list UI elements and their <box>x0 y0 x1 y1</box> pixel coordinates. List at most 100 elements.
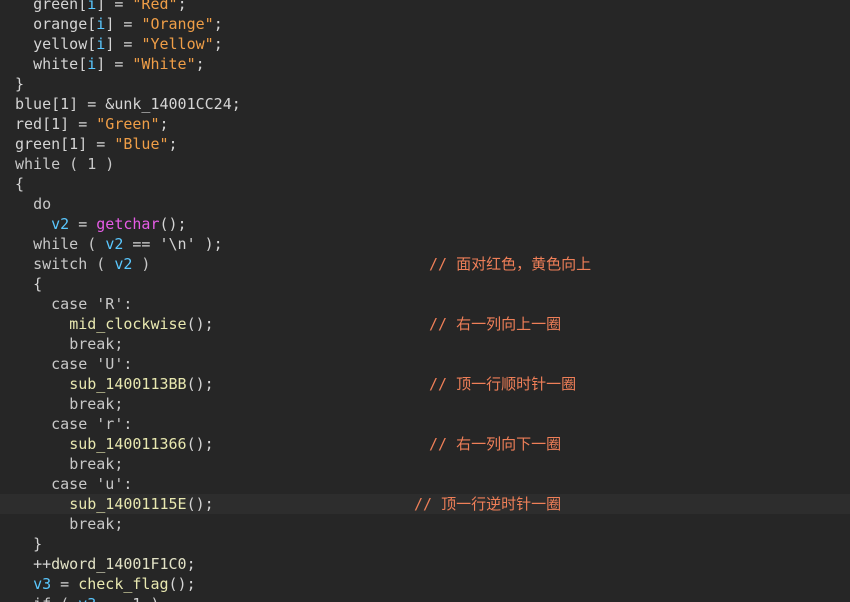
code-line[interactable]: case 'R': <box>15 294 850 314</box>
code-token[interactable]: case 'r': <box>51 415 132 433</box>
code-token[interactable]: (); <box>187 435 214 453</box>
code-token[interactable]: green[ <box>33 0 87 13</box>
code-token[interactable]: ; <box>160 115 169 133</box>
code-token[interactable]: sub_14001115E <box>69 495 186 513</box>
code-comment[interactable]: // 顶一行顺时针一圈 <box>429 374 576 394</box>
code-line[interactable]: sub_14001115E(); // 顶一行逆时针一圈 <box>0 494 850 514</box>
code-token[interactable]: ; <box>169 135 178 153</box>
code-token[interactable]: } <box>33 535 42 553</box>
code-token[interactable]: ] = <box>96 55 132 73</box>
code-line[interactable]: ++dword_14001F1C0; <box>15 554 850 574</box>
code-token[interactable]: yellow[ <box>33 35 96 53</box>
code-token[interactable]: break; <box>69 455 123 473</box>
code-line[interactable]: green[1] = "Blue"; <box>15 134 850 154</box>
code-line[interactable]: sub_140011366(); // 右一列向下一圈 <box>15 434 850 454</box>
code-token[interactable]: "Blue" <box>114 135 168 153</box>
code-token[interactable]: v3 <box>33 575 51 593</box>
code-line[interactable]: { <box>15 274 850 294</box>
code-line[interactable]: mid_clockwise(); // 右一列向上一圈 <box>15 314 850 334</box>
code-token[interactable]: v3 <box>78 595 96 602</box>
code-line[interactable]: case 'u': <box>15 474 850 494</box>
code-token[interactable]: i <box>96 35 105 53</box>
code-line[interactable]: break; <box>15 454 850 474</box>
code-line[interactable]: white[i] = "White"; <box>15 54 850 74</box>
code-view[interactable]: green[i] = "Red"; orange[i] = "Orange"; … <box>0 0 850 602</box>
code-token[interactable]: (); <box>169 575 196 593</box>
code-line[interactable]: case 'r': <box>15 414 850 434</box>
code-token[interactable]: ] = <box>105 15 141 33</box>
code-token[interactable]: switch ( <box>33 255 114 273</box>
code-line[interactable]: v3 = check_flag(); <box>15 574 850 594</box>
code-token[interactable]: break; <box>69 515 123 533</box>
code-token[interactable]: dword_14001F1C0 <box>51 555 186 573</box>
code-line[interactable]: switch ( v2 ) // 面对红色，黄色向上 <box>15 254 850 274</box>
code-token[interactable]: "White" <box>132 55 195 73</box>
code-token[interactable]: (); <box>160 215 187 233</box>
code-token[interactable]: blue[1] = &unk_14001CC24; <box>15 95 241 113</box>
code-line[interactable]: case 'U': <box>15 354 850 374</box>
code-line[interactable]: orange[i] = "Orange"; <box>15 14 850 34</box>
code-token[interactable]: break; <box>69 335 123 353</box>
code-token[interactable]: v2 <box>114 255 132 273</box>
code-line[interactable]: break; <box>15 334 850 354</box>
pseudocode-editor[interactable]: green[i] = "Red"; orange[i] = "Orange"; … <box>0 0 850 602</box>
code-token[interactable]: getchar <box>96 215 159 233</box>
code-token[interactable]: i <box>87 0 96 13</box>
code-token[interactable]: ++ <box>33 555 51 573</box>
code-token[interactable]: "Green" <box>96 115 159 133</box>
code-line[interactable]: green[i] = "Red"; <box>15 0 850 14</box>
code-comment[interactable]: // 面对红色，黄色向上 <box>429 254 591 274</box>
code-line[interactable]: { <box>15 174 850 194</box>
code-comment[interactable]: // 右一列向下一圈 <box>429 434 561 454</box>
code-token[interactable]: break; <box>69 395 123 413</box>
code-token[interactable]: ] = <box>96 0 132 13</box>
code-token[interactable]: == '\n' ); <box>123 235 222 253</box>
code-token[interactable]: case 'u': <box>51 475 132 493</box>
code-token[interactable]: if ( <box>33 595 78 602</box>
code-token[interactable]: == 1 ) <box>96 595 159 602</box>
code-token[interactable]: ; <box>187 555 196 573</box>
code-line[interactable]: } <box>15 534 850 554</box>
code-token[interactable]: v2 <box>51 215 69 233</box>
code-line[interactable]: red[1] = "Green"; <box>15 114 850 134</box>
code-token[interactable]: (); <box>187 315 214 333</box>
code-line[interactable]: } <box>15 74 850 94</box>
code-token[interactable]: "Orange" <box>141 15 213 33</box>
code-token[interactable]: sub_1400113BB <box>69 375 186 393</box>
code-token[interactable]: ; <box>178 0 187 13</box>
code-token[interactable]: ) <box>132 255 150 273</box>
code-token[interactable]: "Yellow" <box>141 35 213 53</box>
code-token[interactable]: orange[ <box>33 15 96 33</box>
code-token[interactable]: i <box>87 55 96 73</box>
code-line[interactable]: break; <box>15 514 850 534</box>
code-line[interactable]: while ( v2 == '\n' ); <box>15 234 850 254</box>
code-comment[interactable]: // 右一列向上一圈 <box>429 314 561 334</box>
code-line[interactable]: do <box>15 194 850 214</box>
code-comment[interactable]: // 顶一行逆时针一圈 <box>414 494 561 514</box>
code-token[interactable]: (); <box>187 495 214 513</box>
code-token[interactable]: ] = <box>105 35 141 53</box>
code-token[interactable]: { <box>15 175 24 193</box>
code-token[interactable]: (); <box>187 375 214 393</box>
code-line[interactable]: if ( v3 == 1 ) <box>15 594 850 602</box>
code-token[interactable]: = <box>69 215 96 233</box>
code-token[interactable]: } <box>15 75 24 93</box>
code-token[interactable]: red[1] = <box>15 115 96 133</box>
code-token[interactable]: do <box>33 195 51 213</box>
code-token[interactable]: case 'R': <box>51 295 132 313</box>
code-token[interactable]: ; <box>214 15 223 33</box>
code-token[interactable]: ; <box>214 35 223 53</box>
code-line[interactable]: sub_1400113BB(); // 顶一行顺时针一圈 <box>15 374 850 394</box>
code-line[interactable]: yellow[i] = "Yellow"; <box>15 34 850 54</box>
code-token[interactable]: white[ <box>33 55 87 73</box>
code-line[interactable]: break; <box>15 394 850 414</box>
code-token[interactable]: green[1] = <box>15 135 114 153</box>
code-token[interactable]: v2 <box>105 235 123 253</box>
code-token[interactable]: case 'U': <box>51 355 132 373</box>
code-token[interactable]: ; <box>196 55 205 73</box>
code-token[interactable]: while ( <box>33 235 105 253</box>
code-token[interactable]: mid_clockwise <box>69 315 186 333</box>
code-token[interactable]: while ( 1 ) <box>15 155 114 173</box>
code-token[interactable]: = <box>51 575 78 593</box>
code-line[interactable]: while ( 1 ) <box>15 154 850 174</box>
